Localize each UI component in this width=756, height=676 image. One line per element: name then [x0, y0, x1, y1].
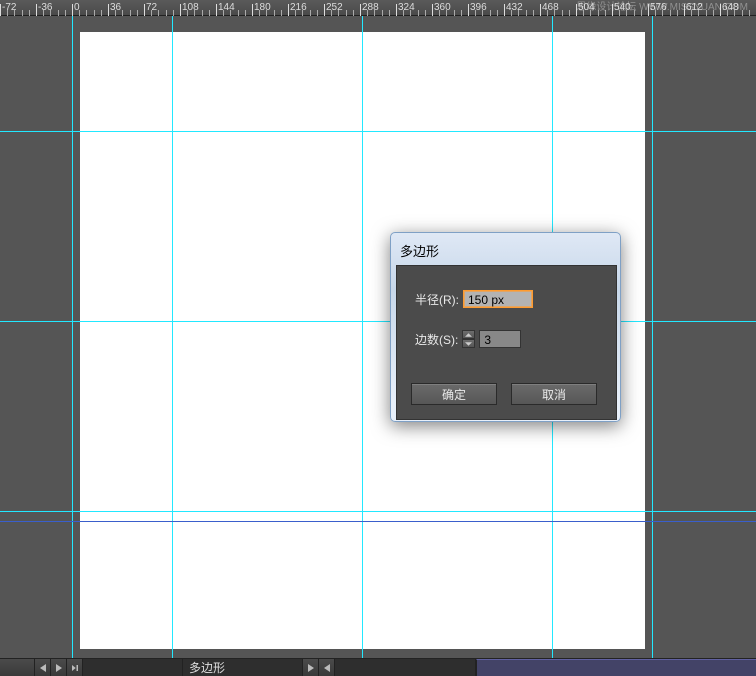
cancel-button[interactable]: 取消	[511, 383, 597, 405]
sides-input[interactable]: 3	[479, 330, 521, 348]
triangle-left-icon	[324, 664, 330, 672]
ruler-tick	[72, 4, 73, 16]
nav-last-button[interactable]	[67, 659, 83, 676]
ruler-label: 180	[254, 2, 271, 13]
ruler-tick	[252, 4, 253, 16]
ruler-tick	[180, 4, 181, 16]
ruler-label: 360	[434, 2, 451, 13]
guide-horizontal[interactable]	[0, 131, 756, 132]
ruler-label: 288	[362, 2, 379, 13]
ruler-label: 468	[542, 2, 559, 13]
ruler-tick	[216, 4, 217, 16]
ok-button[interactable]: 确定	[411, 383, 497, 405]
radius-input[interactable]: 150 px	[463, 290, 533, 308]
ruler-tick	[396, 4, 397, 16]
radius-row: 半径(R): 150 px	[415, 290, 533, 308]
ruler-tick	[36, 4, 37, 16]
status-info-panel	[476, 659, 756, 676]
stepper-up-button[interactable]	[462, 330, 475, 339]
polygon-dialog: 多边形 半径(R): 150 px 边数(S): 3 确定	[390, 232, 621, 422]
triangle-right-icon	[308, 664, 314, 672]
ruler-tick	[144, 4, 145, 16]
guide-horizontal[interactable]	[0, 521, 756, 522]
status-shape-label: 多边形	[183, 659, 303, 676]
ruler-label: 432	[506, 2, 523, 13]
ruler-tick	[360, 4, 361, 16]
guide-vertical[interactable]	[652, 16, 653, 658]
editor-viewport[interactable]: 多边形 半径(R): 150 px 边数(S): 3 确定	[0, 16, 756, 658]
sides-stepper	[462, 330, 475, 348]
status-segment	[0, 659, 35, 676]
ruler-label: 396	[470, 2, 487, 13]
watermark-text: 思缘设计论坛 WWW.MISSYUAN.COM	[576, 0, 748, 16]
dialog-title: 多边形	[396, 238, 615, 265]
dialog-button-row: 确定 取消	[411, 383, 597, 405]
ruler-label: 324	[398, 2, 415, 13]
scroll-left-button[interactable]	[319, 659, 335, 676]
ruler-tick	[108, 4, 109, 16]
status-track	[83, 659, 183, 676]
triangle-left-icon	[40, 664, 46, 672]
ruler-tick	[504, 4, 505, 16]
guide-horizontal[interactable]	[0, 511, 756, 512]
nav-next-button[interactable]	[51, 659, 67, 676]
skip-right-icon	[72, 664, 78, 672]
guide-vertical[interactable]	[72, 16, 73, 658]
guide-vertical[interactable]	[362, 16, 363, 658]
ruler-label: 144	[218, 2, 235, 13]
guide-horizontal[interactable]	[0, 321, 756, 322]
status-bar: 多边形	[0, 658, 756, 676]
status-spacer	[335, 659, 476, 676]
radius-label: 半径(R):	[415, 291, 459, 308]
stepper-down-button[interactable]	[462, 339, 475, 348]
ruler-tick	[468, 4, 469, 16]
nav-prev-button[interactable]	[35, 659, 51, 676]
sides-label: 边数(S):	[415, 331, 458, 348]
scroll-right-button[interactable]	[303, 659, 319, 676]
triangle-right-icon	[56, 664, 62, 672]
ruler-tick	[324, 4, 325, 16]
ruler-label: 216	[290, 2, 307, 13]
triangle-down-icon	[465, 342, 472, 346]
sides-row: 边数(S): 3	[415, 330, 521, 348]
ruler-tick	[432, 4, 433, 16]
ruler-label: 252	[326, 2, 343, 13]
ruler-label: 108	[182, 2, 199, 13]
ruler-tick	[540, 4, 541, 16]
dialog-body: 半径(R): 150 px 边数(S): 3 确定 取消	[396, 265, 617, 420]
guide-vertical[interactable]	[172, 16, 173, 658]
ruler-tick	[288, 4, 289, 16]
ruler-tick	[0, 4, 1, 16]
triangle-up-icon	[465, 333, 472, 337]
